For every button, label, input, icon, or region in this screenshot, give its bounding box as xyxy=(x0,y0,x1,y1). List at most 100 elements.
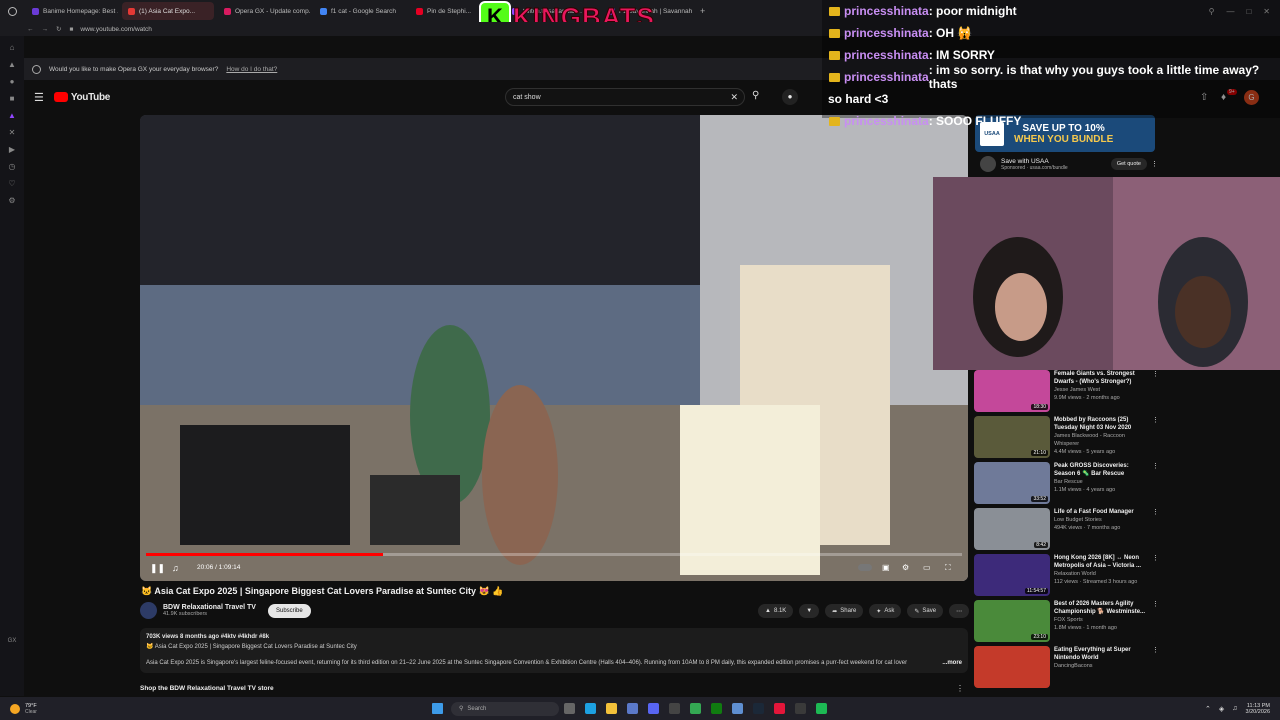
edge-icon[interactable] xyxy=(584,703,596,714)
prompt-help-link[interactable]: How do I do that? xyxy=(226,66,277,73)
task-view-icon[interactable] xyxy=(563,703,575,714)
chat-username: princesshinata xyxy=(844,70,929,84)
recommendation-item[interactable]: 33:52 Peak GROSS Discoveries: Season 6 🦠 … xyxy=(974,462,1174,508)
x-twitter-icon[interactable]: ✕ xyxy=(7,128,17,138)
tab[interactable]: (1) Asia Cat Expo... xyxy=(122,2,214,20)
back-icon[interactable]: ← xyxy=(27,26,34,33)
video-thumbnail[interactable]: 11:54:57 xyxy=(974,554,1050,596)
shop-menu-icon[interactable]: ⋮ xyxy=(956,684,964,693)
captions-icon[interactable]: ▣ xyxy=(882,563,890,572)
wifi-icon[interactable]: ◈ xyxy=(1219,705,1224,713)
settings-gear-icon[interactable]: ⚙ xyxy=(7,196,17,206)
dislike-button[interactable]: ▼ xyxy=(799,604,820,618)
info-icon xyxy=(32,64,41,74)
clear-search-icon[interactable]: ✕ xyxy=(730,92,738,103)
video-title: 🐱 Asia Cat Expo 2025 | Singapore Biggest… xyxy=(141,586,504,596)
new-tab-button[interactable]: + xyxy=(700,6,705,16)
video-player[interactable]: ❚❚ ♫ 20:06 / 1:09:14 ▣ ⚙ ▭ ⛶ xyxy=(140,115,968,581)
volume-icon[interactable]: ♫ xyxy=(172,563,179,573)
like-button[interactable]: ▲ 8.1K xyxy=(758,604,794,618)
rec-title: Eating Everything at Super Nintendo Worl… xyxy=(1054,647,1131,661)
video-thumbnail[interactable]: 8:42 xyxy=(974,508,1050,550)
calculator-icon[interactable] xyxy=(668,703,680,714)
tab[interactable]: Opera GX - Update comp... xyxy=(218,2,310,20)
settings-icon[interactable]: ⚙ xyxy=(902,563,909,572)
save-button[interactable]: ✎ Save xyxy=(907,604,944,618)
youtube-logo-text: YouTube xyxy=(70,91,111,103)
forward-icon[interactable]: → xyxy=(42,26,49,33)
recommendation-item[interactable]: 11:54:57 Hong Kong 2026 [8K] ↔ Neon Metro… xyxy=(974,554,1174,600)
twitch-icon[interactable]: ▲ xyxy=(7,111,17,121)
xbox-icon[interactable] xyxy=(710,703,722,714)
search-button-icon[interactable]: ⚲ xyxy=(752,90,768,104)
recommendation-item[interactable]: 8:42 Life of a Fast Food Manager Low Budge… xyxy=(974,508,1174,554)
ad-menu-icon[interactable]: ⋮ xyxy=(1151,160,1158,168)
recommendation-item[interactable]: Eating Everything at Super Nintendo Worl… xyxy=(974,646,1174,692)
channel-name[interactable]: BDW Relaxational Travel TV xyxy=(163,604,256,611)
video-thumbnail[interactable]: 33:52 xyxy=(974,462,1050,504)
steam-icon[interactable] xyxy=(752,703,764,714)
youtube-logo[interactable]: YouTube xyxy=(53,91,111,103)
theater-icon[interactable]: ▭ xyxy=(923,563,931,572)
speaker-icon[interactable]: ♫ xyxy=(1232,705,1237,712)
show-more-link[interactable]: ...more xyxy=(939,658,962,668)
clock[interactable]: 11:13 PM 3/20/2026 xyxy=(1246,703,1270,715)
recommendation-item[interactable]: 23:10 Best of 2026 Masters Agility Champi… xyxy=(974,600,1174,646)
video-thumbnail[interactable]: 23:10 xyxy=(974,600,1050,642)
ask-button[interactable]: ✦ Ask xyxy=(869,604,902,618)
messenger-icon[interactable]: ■ xyxy=(7,94,17,104)
player-icon[interactable]: ▶ xyxy=(7,145,17,155)
recommendation-item[interactable]: 21:10 Mobbed by Raccoons (25) Tuesday Nig… xyxy=(974,416,1174,462)
bookmarks-icon[interactable]: ♡ xyxy=(7,179,17,189)
history-icon[interactable]: ◷ xyxy=(7,162,17,172)
discord-taskbar-icon[interactable] xyxy=(647,703,659,714)
pause-button[interactable]: ❚❚ xyxy=(150,563,165,574)
opera-menu-icon[interactable] xyxy=(8,6,17,16)
spotify-icon[interactable] xyxy=(815,703,827,714)
taskbar-search[interactable]: ⚲ Search xyxy=(450,701,559,716)
more-actions-icon[interactable]: ⋯ xyxy=(949,604,970,618)
mic-icon[interactable]: ● xyxy=(782,89,798,105)
photos-icon[interactable] xyxy=(731,703,743,714)
extensions-icon[interactable]: ▲ xyxy=(7,60,17,70)
video-description[interactable]: 703K views 8 months ago #4ktv #4khdr #8k… xyxy=(140,628,968,673)
rec-menu-icon[interactable]: ⋮ xyxy=(1152,554,1159,600)
search-input[interactable]: cat show ✕ xyxy=(505,88,745,106)
get-quote-button[interactable]: Get quote xyxy=(1110,158,1147,170)
subscriber-badge-icon xyxy=(829,28,840,38)
video-thumbnail[interactable]: 18:30 xyxy=(974,370,1050,412)
rec-menu-icon[interactable]: ⋮ xyxy=(1152,600,1159,646)
weather-widget[interactable]: 79°F Clear xyxy=(25,703,37,715)
rec-menu-icon[interactable]: ⋮ xyxy=(1152,416,1159,462)
progress-bar-track[interactable] xyxy=(146,553,962,556)
home-icon[interactable]: ⌂ xyxy=(7,43,17,53)
video-thumbnail[interactable]: 21:10 xyxy=(974,416,1050,458)
tab[interactable]: f1 cat - Google Search xyxy=(314,2,406,20)
file-explorer-icon[interactable] xyxy=(605,703,617,714)
opera-gx-icon[interactable] xyxy=(773,703,785,714)
media-icon[interactable] xyxy=(626,703,638,714)
rec-menu-icon[interactable]: ⋮ xyxy=(1152,462,1159,508)
tray-chevron-icon[interactable]: ⌃ xyxy=(1205,705,1211,713)
discord-icon[interactable]: ● xyxy=(7,77,17,87)
chrome-icon[interactable] xyxy=(689,703,701,714)
rec-menu-icon[interactable]: ⋮ xyxy=(1152,646,1159,692)
obs-icon[interactable] xyxy=(794,703,806,714)
recommendation-item[interactable]: 18:30 Female Giants vs. Strongest Dwarfs … xyxy=(974,370,1174,416)
windows-start-icon[interactable] xyxy=(431,703,443,714)
reload-icon[interactable]: ↻ xyxy=(56,25,61,33)
url-field[interactable]: www.youtube.com/watch xyxy=(80,26,152,33)
gx-logo-icon[interactable]: GX xyxy=(7,636,17,646)
channel-info: BDW Relaxational Travel TV 41.9K subscri… xyxy=(163,604,256,617)
tab-label: (1) Asia Cat Expo... xyxy=(139,7,195,15)
fullscreen-icon[interactable]: ⛶ xyxy=(945,563,951,573)
rec-menu-icon[interactable]: ⋮ xyxy=(1152,370,1159,416)
autoplay-toggle[interactable] xyxy=(858,564,872,571)
subscribe-button[interactable]: Subscribe xyxy=(267,603,311,618)
video-thumbnail[interactable] xyxy=(974,646,1050,688)
rec-menu-icon[interactable]: ⋮ xyxy=(1152,508,1159,554)
tab[interactable]: Banime Homepage: Best ... xyxy=(26,2,118,20)
share-button[interactable]: ➦ Share xyxy=(825,604,864,618)
hamburger-menu-icon[interactable]: ☰ xyxy=(34,91,44,104)
channel-avatar[interactable] xyxy=(140,602,157,619)
